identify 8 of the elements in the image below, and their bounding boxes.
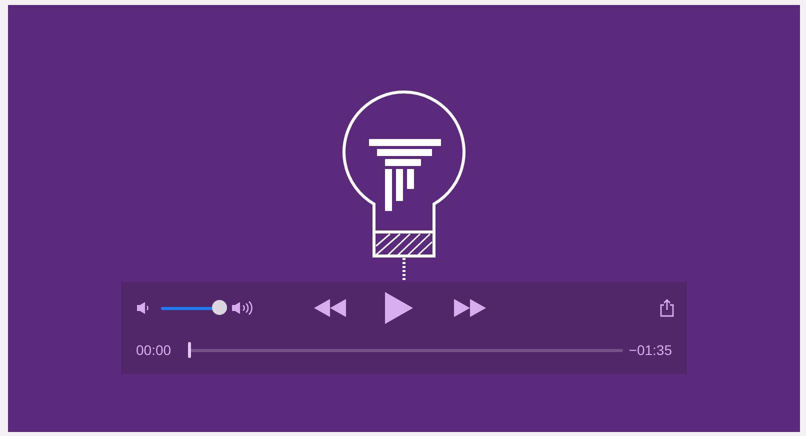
elapsed-time: 00:00	[136, 340, 172, 360]
share-button[interactable]	[659, 298, 675, 318]
slider-thumb[interactable]	[212, 300, 227, 315]
fast-forward-button[interactable]	[453, 297, 487, 319]
play-button[interactable]	[383, 291, 415, 325]
volume-slider[interactable]	[161, 300, 227, 316]
remaining-time: −01:35	[628, 340, 672, 360]
rewind-button[interactable]	[313, 297, 347, 319]
